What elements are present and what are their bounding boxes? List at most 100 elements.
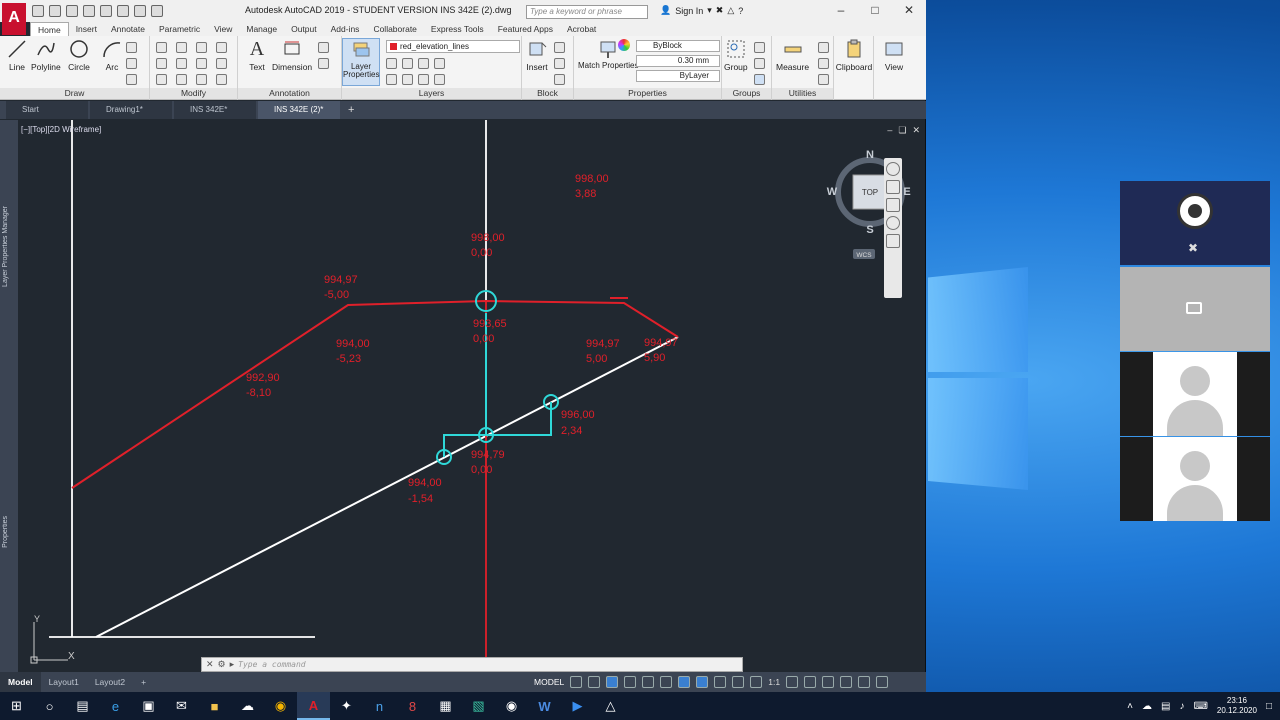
hatch-icon[interactable] [126,58,137,69]
snap-icon[interactable] [588,676,601,688]
doc-tab-ins-342e-2[interactable]: INS 342E (2)* [258,101,340,119]
attribute-icon[interactable] [554,74,565,85]
layers-panel-title[interactable]: Layers [342,88,521,99]
table-icon[interactable] [318,58,329,69]
app-n-icon[interactable]: n [363,692,396,720]
modify-panel-title[interactable]: Modify [150,88,237,99]
isolate-objects-icon[interactable] [840,676,853,688]
scale-icon[interactable] [176,74,187,85]
lineweight-dropdown[interactable]: 0.30 mm [636,55,720,67]
osnap-icon[interactable] [678,676,691,688]
create-block-icon[interactable] [554,42,565,53]
transparency-icon[interactable] [714,676,727,688]
tab-layout2[interactable]: Layout2 [87,672,133,692]
calculator-icon[interactable] [818,74,829,85]
compass-north[interactable]: N [866,149,874,161]
annotation-panel-title[interactable]: Annotation [238,88,341,99]
line-tool[interactable]: Line [6,38,28,72]
hardware-acceleration-icon[interactable] [822,676,835,688]
print-icon[interactable] [117,5,129,17]
leader-icon[interactable] [318,42,329,53]
erase-icon[interactable] [216,42,227,53]
file-explorer-icon[interactable]: ■ [198,692,231,720]
red-elevation-profile[interactable] [71,299,679,489]
maximize-button[interactable]: □ [858,0,892,22]
showmotion-icon[interactable] [886,234,900,248]
compass-south[interactable]: S [866,224,873,236]
notifications-icon[interactable]: □ [1266,701,1272,712]
close-command-line-icon[interactable]: ✕ [206,659,214,670]
layer-iso-icon[interactable] [434,58,445,69]
groups-panel-title[interactable]: Groups [722,88,771,99]
tab-add-ins[interactable]: Add-ins [324,22,367,36]
steering-wheel-icon[interactable] [886,162,900,176]
annotation-scale[interactable]: 1:1 [768,677,780,687]
volume-icon[interactable]: ♪ [1179,701,1184,712]
compass-west[interactable]: W [827,186,838,198]
drawing-viewport[interactable]: 998,00 3,88 998,00 0,00 994,97 -5,00 993… [18,120,924,672]
color-wheel-icon[interactable] [618,39,630,51]
properties-panel-title[interactable]: Properties [574,88,721,99]
view-tool[interactable]: View [874,38,914,72]
viewport-minimize-icon[interactable]: – [887,125,892,136]
annotation-visibility-icon[interactable] [750,676,763,688]
new-file-icon[interactable] [32,5,44,17]
edit-block-icon[interactable] [554,58,565,69]
customization-menu-icon[interactable] [876,676,889,688]
save-icon[interactable] [66,5,78,17]
stretch-icon[interactable] [156,74,167,85]
viewport-restore-icon[interactable]: ❏ [898,125,906,136]
tab-insert[interactable]: Insert [69,22,104,36]
group-tool[interactable]: Group [724,38,748,72]
drawing-canvas[interactable]: 998,00 3,88 998,00 0,00 994,97 -5,00 993… [18,120,924,672]
doc-tab-ins-342e[interactable]: INS 342E* [174,101,256,119]
orbit-icon[interactable] [886,216,900,230]
sign-in[interactable]: 👤 Sign In ▾ ✖ △ ? [660,5,743,16]
edge-icon[interactable]: e [99,692,132,720]
circle-tool[interactable]: Circle [68,38,90,72]
text-tool[interactable]: A Text [246,38,268,73]
grey-tile[interactable] [1120,267,1270,351]
open-file-icon[interactable] [49,5,61,17]
tab-output[interactable]: Output [284,22,324,36]
task-view-icon[interactable]: ▤ [66,692,99,720]
ungroup-icon[interactable] [754,42,765,53]
model-space-toggle[interactable]: MODEL [534,677,564,687]
obs-tile[interactable]: ✖ [1120,181,1270,265]
polar-icon[interactable] [624,676,637,688]
tab-layout1[interactable]: Layout1 [41,672,87,692]
minimize-button[interactable]: – [824,0,858,22]
measure-tool[interactable]: Measure [776,38,809,72]
workspace-gear-icon[interactable] [786,676,799,688]
group-edit-icon[interactable] [754,58,765,69]
onedrive-icon[interactable]: ☁ [1142,701,1152,712]
draw-panel-title[interactable]: Draw [0,88,149,99]
tab-parametric[interactable]: Parametric [152,22,207,36]
triangle-icon[interactable]: △ [727,5,734,16]
tab-annotate[interactable]: Annotate [104,22,152,36]
quick-select-icon[interactable] [818,42,829,53]
help-search-input[interactable]: Type a keyword or phrase [526,5,648,19]
polyline-tool[interactable]: Polyline [31,38,61,72]
block-panel-title[interactable]: Block [522,88,573,99]
offset-icon[interactable] [216,74,227,85]
white-slope-line[interactable] [95,336,679,638]
doc-tab-start[interactable]: Start [6,101,88,119]
fillet-icon[interactable] [196,58,207,69]
autocad-taskbar-icon[interactable]: A [297,692,330,720]
tab-view[interactable]: View [207,22,239,36]
layer-lock-icon[interactable] [418,58,429,69]
pdf-icon[interactable]: ▦ [429,692,462,720]
network-icon[interactable]: ▤ [1161,701,1170,712]
gradient-icon[interactable] [126,74,137,85]
rotate-icon[interactable] [176,42,187,53]
search-icon[interactable]: ○ [33,692,66,720]
clean-screen-icon[interactable] [858,676,871,688]
web-icon[interactable] [100,5,112,17]
app-grid-icon[interactable]: ▧ [462,692,495,720]
word-icon[interactable]: W [528,692,561,720]
layer-manager-palette[interactable]: Layer Properties Manager [2,206,9,287]
command-line[interactable]: ✕ ⚙ ▸ Type a command [201,657,743,672]
redo-icon[interactable] [151,5,163,17]
cloud-app-icon[interactable]: ☁ [231,692,264,720]
